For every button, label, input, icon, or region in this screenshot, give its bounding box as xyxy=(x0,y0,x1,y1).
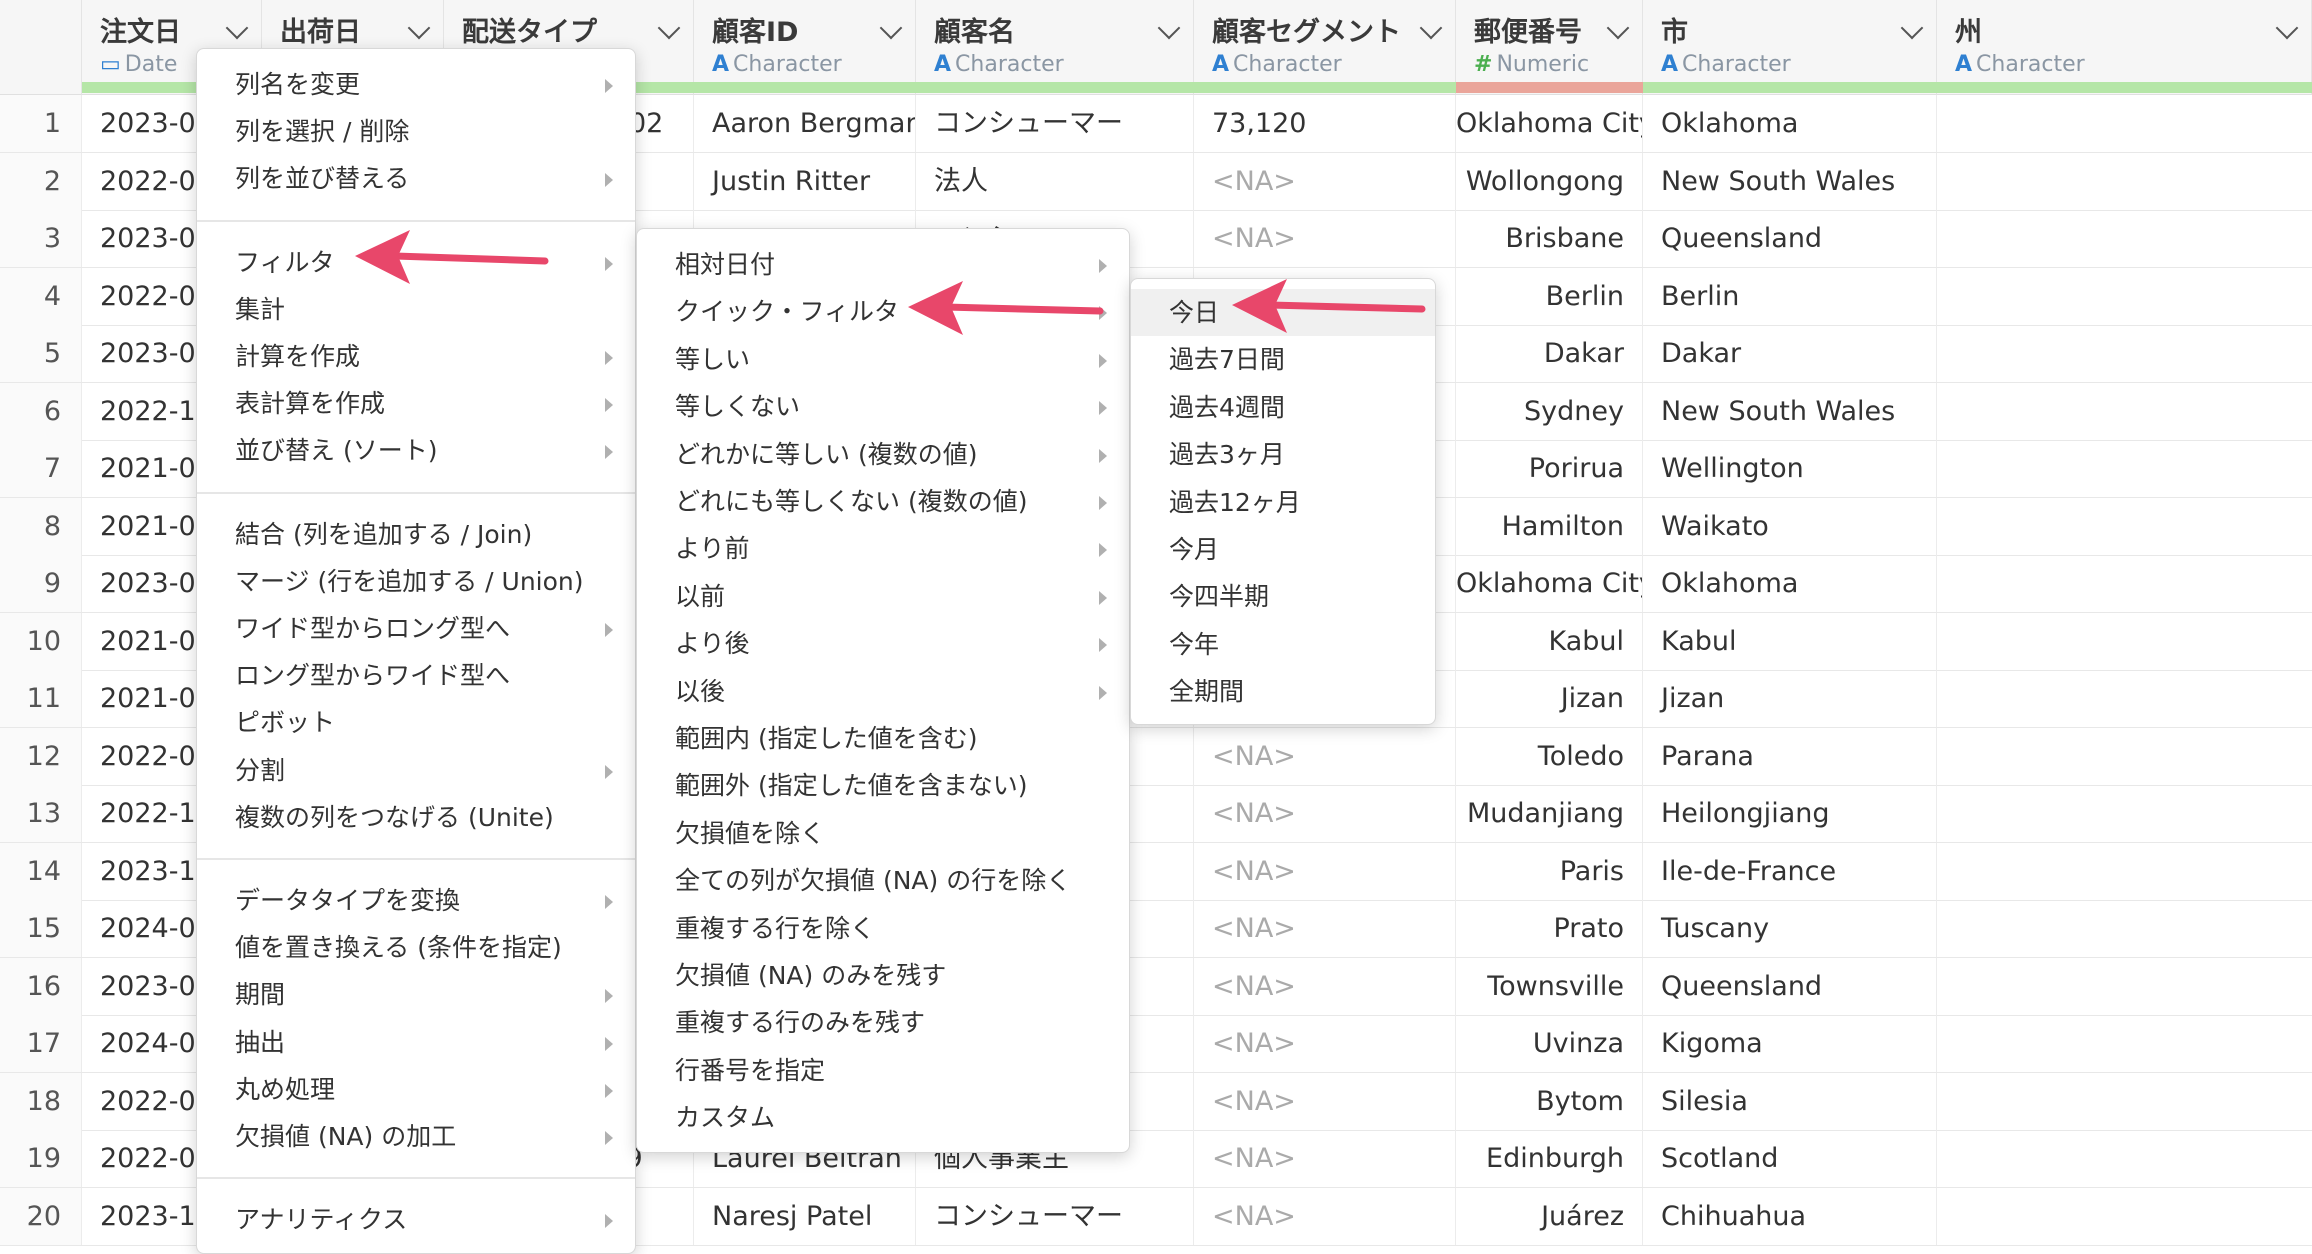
arrow-to-quick-filter xyxy=(908,281,1104,335)
arrow-to-today xyxy=(1232,279,1426,333)
annotation-arrows xyxy=(355,230,1426,335)
arrow-to-filter xyxy=(355,230,549,284)
